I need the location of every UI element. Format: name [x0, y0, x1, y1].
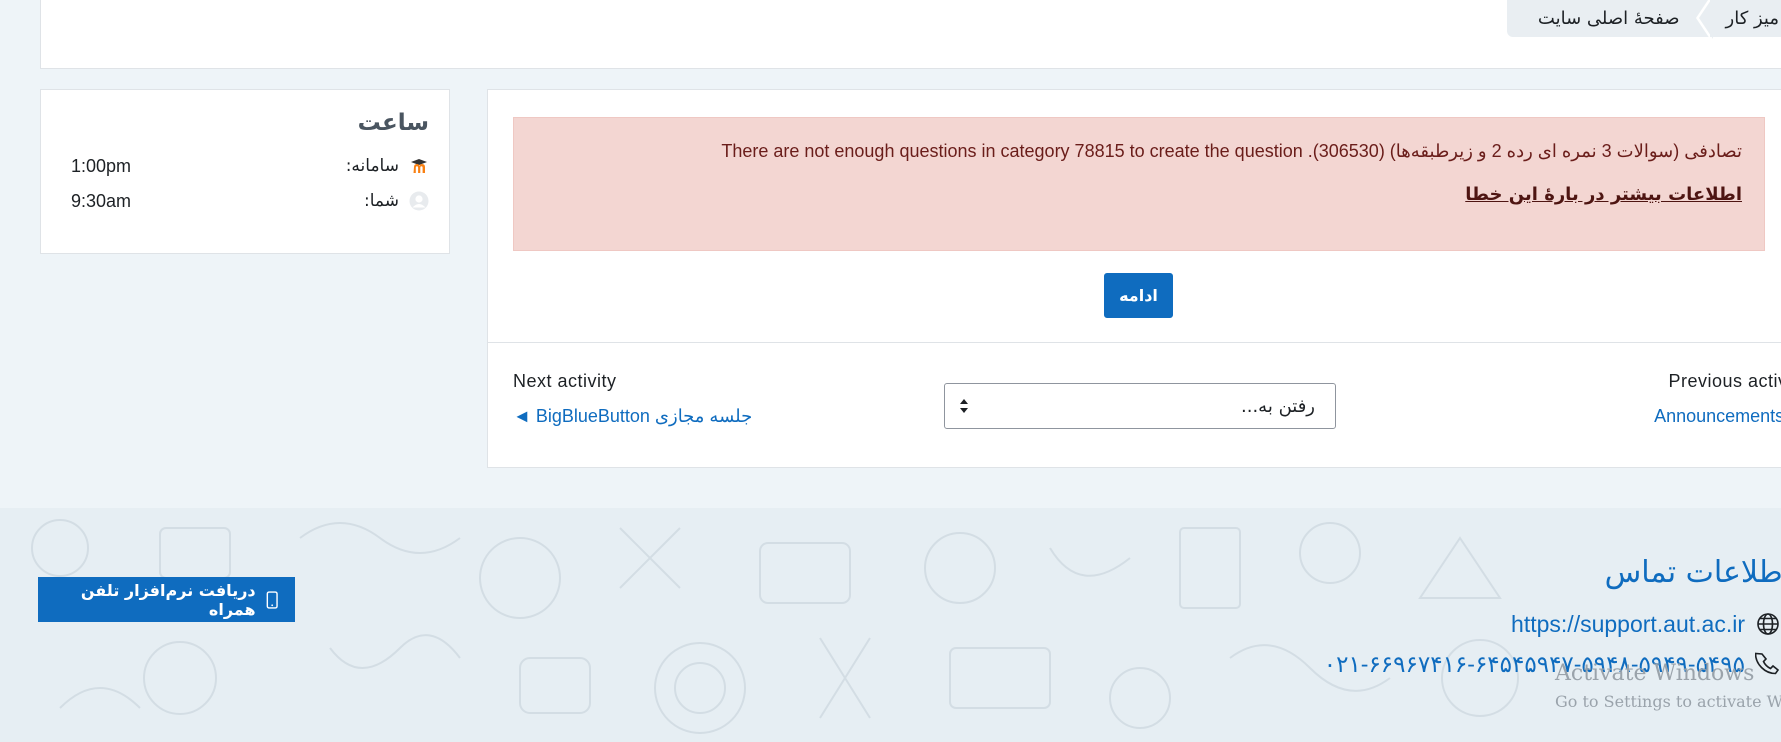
- error-alert: تصادفی (سوالات 3 نمره ای رده 2 و زیرطبقه…: [513, 117, 1765, 251]
- clock-title: ساعت: [357, 110, 429, 136]
- activation-watermark-hint: Go to Settings to activate Wi: [1555, 692, 1781, 711]
- user-avatar-icon: [409, 191, 429, 211]
- clock-user-time: 9:30am: [71, 190, 132, 211]
- jump-to-select[interactable]: رفتن به...: [944, 383, 1336, 429]
- breadcrumb-site-home[interactable]: صفحهٔ اصلی سایت: [1538, 8, 1680, 29]
- page-footer: دریافت نرم‌افزار تلفن همراه اطلاعات تماس…: [0, 508, 1781, 742]
- next-activity-link[interactable]: ◄ BigBlueButton جلسه مجازی: [513, 406, 752, 427]
- jump-to-placeholder: رفتن به...: [1241, 395, 1315, 417]
- phone-icon: [1755, 652, 1780, 675]
- main-content: تصادفی (سوالات 3 نمره ای رده 2 و زیرطبقه…: [487, 89, 1781, 468]
- contact-website-row: https://support.aut.ac.ir: [1511, 609, 1781, 639]
- previous-activity-link[interactable]: Announcements ►: [1654, 406, 1781, 427]
- clock-server-time: 1:00pm: [71, 155, 132, 176]
- moodle-icon: [409, 156, 429, 176]
- breadcrumb: میز کار صفحهٔ اصلی سایت: [1507, 0, 1781, 39]
- clock-block: ساعت سامانه: 1:00pm شما: 9:30am: [40, 89, 450, 254]
- previous-activity-label: Previous activity: [1668, 371, 1781, 391]
- select-caret-icon: [960, 399, 968, 413]
- divider: [488, 342, 1781, 343]
- support-website-link[interactable]: https://support.aut.ac.ir: [1511, 611, 1745, 638]
- mobile-app-label: دریافت نرم‌افزار تلفن همراه: [80, 580, 256, 619]
- more-info-link[interactable]: اطلاعات بیشتر در بارهٔ این خطا: [1465, 184, 1742, 205]
- mobile-app-button[interactable]: دریافت نرم‌افزار تلفن همراه: [38, 577, 295, 622]
- mobile-phone-icon: [266, 590, 278, 609]
- continue-button[interactable]: ادامه: [1104, 273, 1173, 318]
- activation-watermark-title: Activate Windows: [1555, 661, 1755, 686]
- page-header: میز کار صفحهٔ اصلی سایت: [40, 0, 1781, 69]
- next-activity-label: Next activity: [513, 371, 617, 391]
- clock-server-label: سامانه:: [345, 156, 399, 176]
- contact-title: اطلاعات تماس: [1604, 555, 1781, 590]
- clock-row-server: سامانه: 1:00pm: [71, 153, 429, 179]
- clock-row-user: شما: 9:30am: [71, 188, 429, 214]
- clock-user-label: شما:: [364, 191, 399, 211]
- globe-icon: [1757, 613, 1779, 635]
- breadcrumb-dashboard[interactable]: میز کار: [1726, 8, 1779, 29]
- error-message: تصادفی (سوالات 3 نمره ای رده 2 و زیرطبقه…: [721, 141, 1742, 161]
- breadcrumb-separator: [1694, 0, 1713, 39]
